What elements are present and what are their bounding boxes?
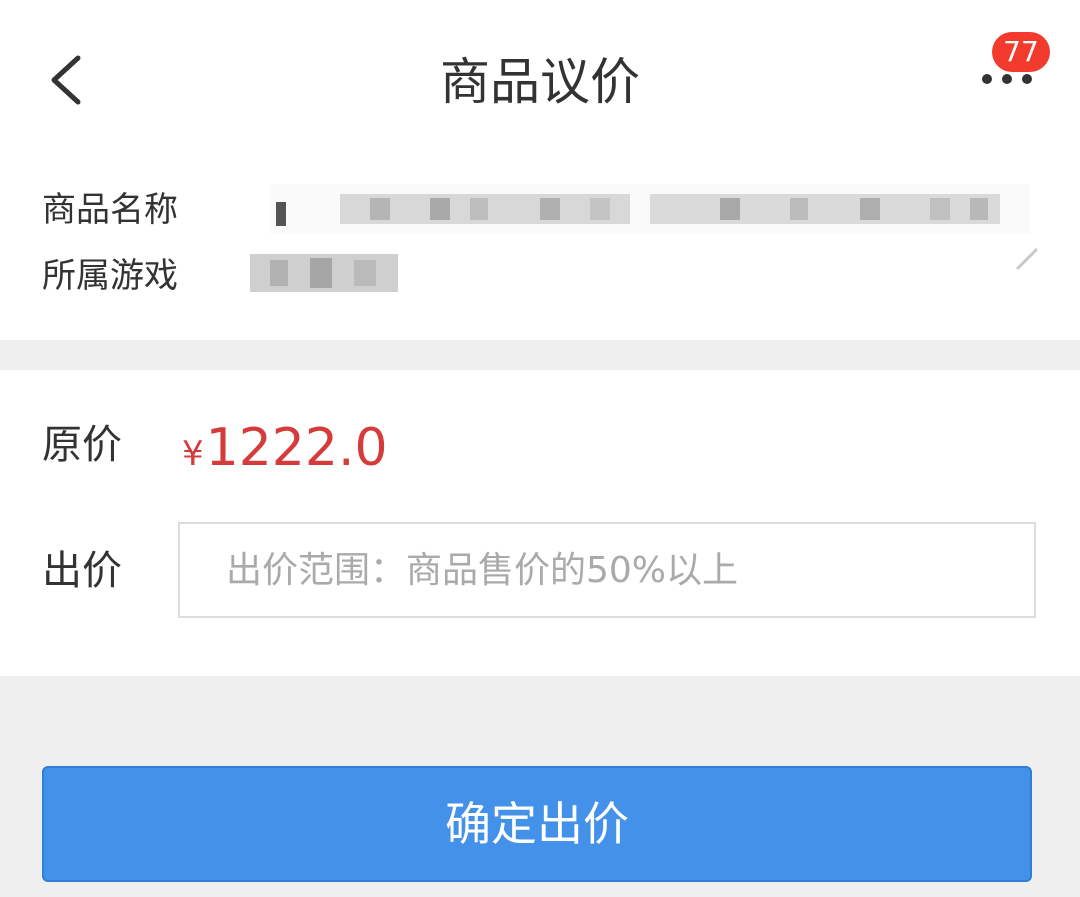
header: 商品议价 77 — [0, 0, 1080, 160]
bid-label: 出价 — [42, 548, 122, 594]
original-price-amount: 1222.0 — [205, 418, 388, 478]
game-value-redacted — [250, 254, 398, 292]
pricing-section: 原价 ¥1222.0 出价 — [0, 370, 1080, 676]
original-price: ¥1222.0 — [182, 418, 388, 478]
more-dots-icon — [982, 74, 992, 84]
confirm-bid-button[interactable]: 确定出价 — [42, 766, 1032, 882]
product-name-value-redacted — [270, 184, 1030, 234]
notification-badge: 77 — [992, 32, 1050, 72]
product-info-section: 商品名称 所属游戏 — [0, 160, 1080, 340]
chevron-right-icon — [1016, 248, 1038, 270]
more-dot — [1022, 74, 1032, 84]
currency-symbol: ¥ — [182, 434, 204, 474]
page-title: 商品议价 — [440, 53, 640, 111]
more-dot — [1002, 74, 1012, 84]
more-button[interactable]: 77 — [970, 32, 1060, 110]
game-label: 所属游戏 — [42, 256, 178, 296]
original-price-label: 原价 — [42, 422, 122, 468]
product-name-label: 商品名称 — [42, 190, 178, 230]
bid-price-input[interactable] — [178, 522, 1036, 618]
